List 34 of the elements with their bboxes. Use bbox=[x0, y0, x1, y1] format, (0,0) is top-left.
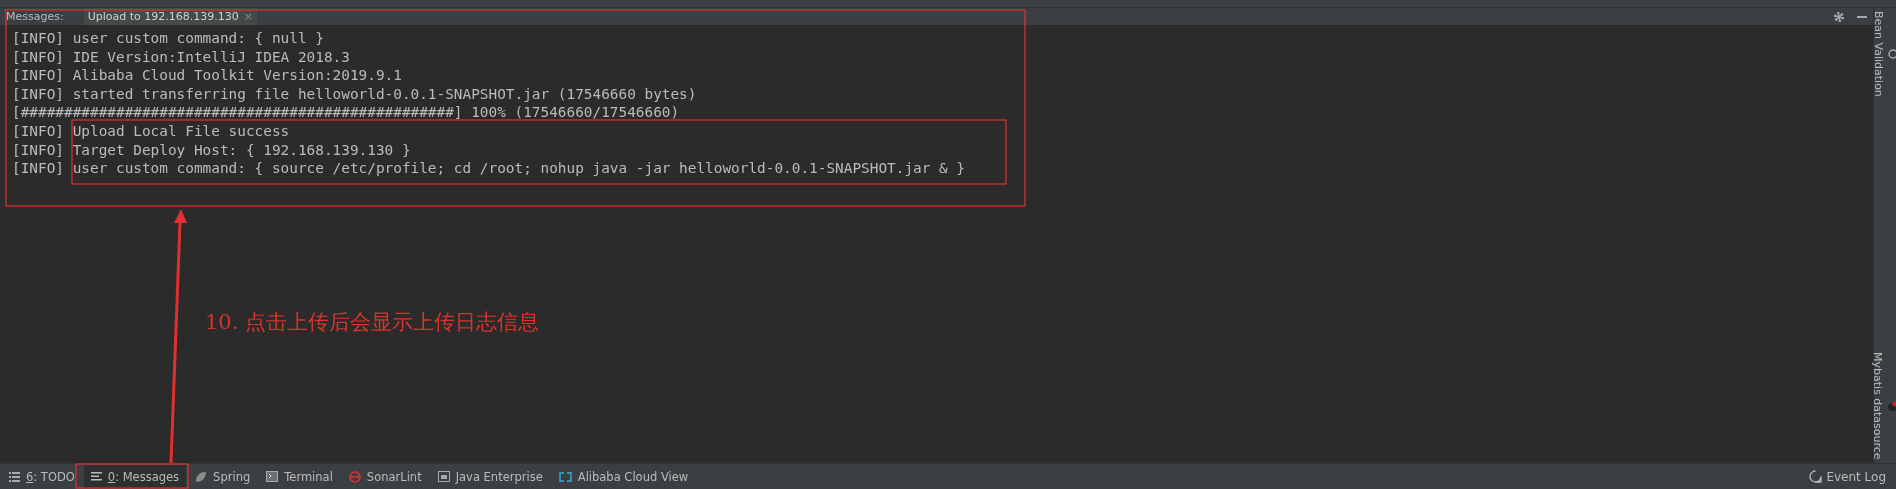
tool-tab[interactable]: Java Enterprise bbox=[430, 465, 550, 488]
tool-tab[interactable]: 0: Messages bbox=[83, 465, 187, 488]
sidebar-tab-label: Mybatis datasource bbox=[1871, 351, 1884, 460]
event-log-button[interactable]: Event Log bbox=[1809, 469, 1886, 484]
annotation-text: 10. 点击上传后会显示上传日志信息 bbox=[205, 309, 540, 336]
leaf-icon bbox=[195, 470, 208, 483]
lines-icon bbox=[90, 472, 102, 481]
sidebar-tab-label: Bean Validation bbox=[1872, 11, 1885, 97]
log-line: [##################################################] 100% (17546660/17546660) bbox=[12, 103, 681, 122]
bird-icon bbox=[1887, 399, 1896, 412]
log-line: [INFO] user custom command: { null } bbox=[12, 29, 325, 48]
log-line: [INFO] Upload Local File success bbox=[12, 121, 291, 141]
tool-tab[interactable]: SonarLint bbox=[341, 465, 429, 488]
list-icon bbox=[9, 471, 20, 482]
tool-tab[interactable]: Terminal bbox=[259, 465, 340, 488]
log-line: [INFO] user custom command: { source /etc/profile; cd /root; nohup java -jar helloworld-0.0.1-SNAPSHOT.jar & } bbox=[12, 159, 967, 178]
speech-bubble-icon bbox=[1809, 470, 1823, 483]
tool-tab[interactable]: Alibaba Cloud View bbox=[551, 465, 696, 488]
tool-tab[interactable]: 6: TODO bbox=[2, 465, 82, 488]
minimize-icon[interactable] bbox=[1857, 15, 1867, 18]
log-line: [INFO] Alibaba Cloud Toolkit Version:2019.9.1 bbox=[12, 66, 403, 85]
tool-tab[interactable]: Spring bbox=[188, 465, 258, 488]
sidebar-tab[interactable]: Bean Validation bbox=[1872, 8, 1896, 97]
log-line: [INFO] Target Deploy Host: { 192.168.139.130 } bbox=[12, 140, 412, 160]
enterprise-icon bbox=[437, 471, 450, 482]
terminal-icon bbox=[266, 471, 279, 482]
log-line: [INFO] started transferring file helloworld-0.0.1-SNAPSHOT.jar (17546660 bytes) bbox=[12, 84, 698, 104]
sidebar-tab[interactable]: Mybatis datasource bbox=[1871, 348, 1896, 460]
settings-icon[interactable] bbox=[1833, 10, 1845, 23]
no-entry-icon bbox=[348, 470, 361, 483]
log-line: [INFO] IDE Version:IntelliJ IDEA 2018.3 bbox=[12, 47, 351, 67]
brackets-icon bbox=[558, 471, 572, 482]
panel-label: Messages: bbox=[6, 10, 64, 23]
bean-icon bbox=[1888, 48, 1896, 59]
